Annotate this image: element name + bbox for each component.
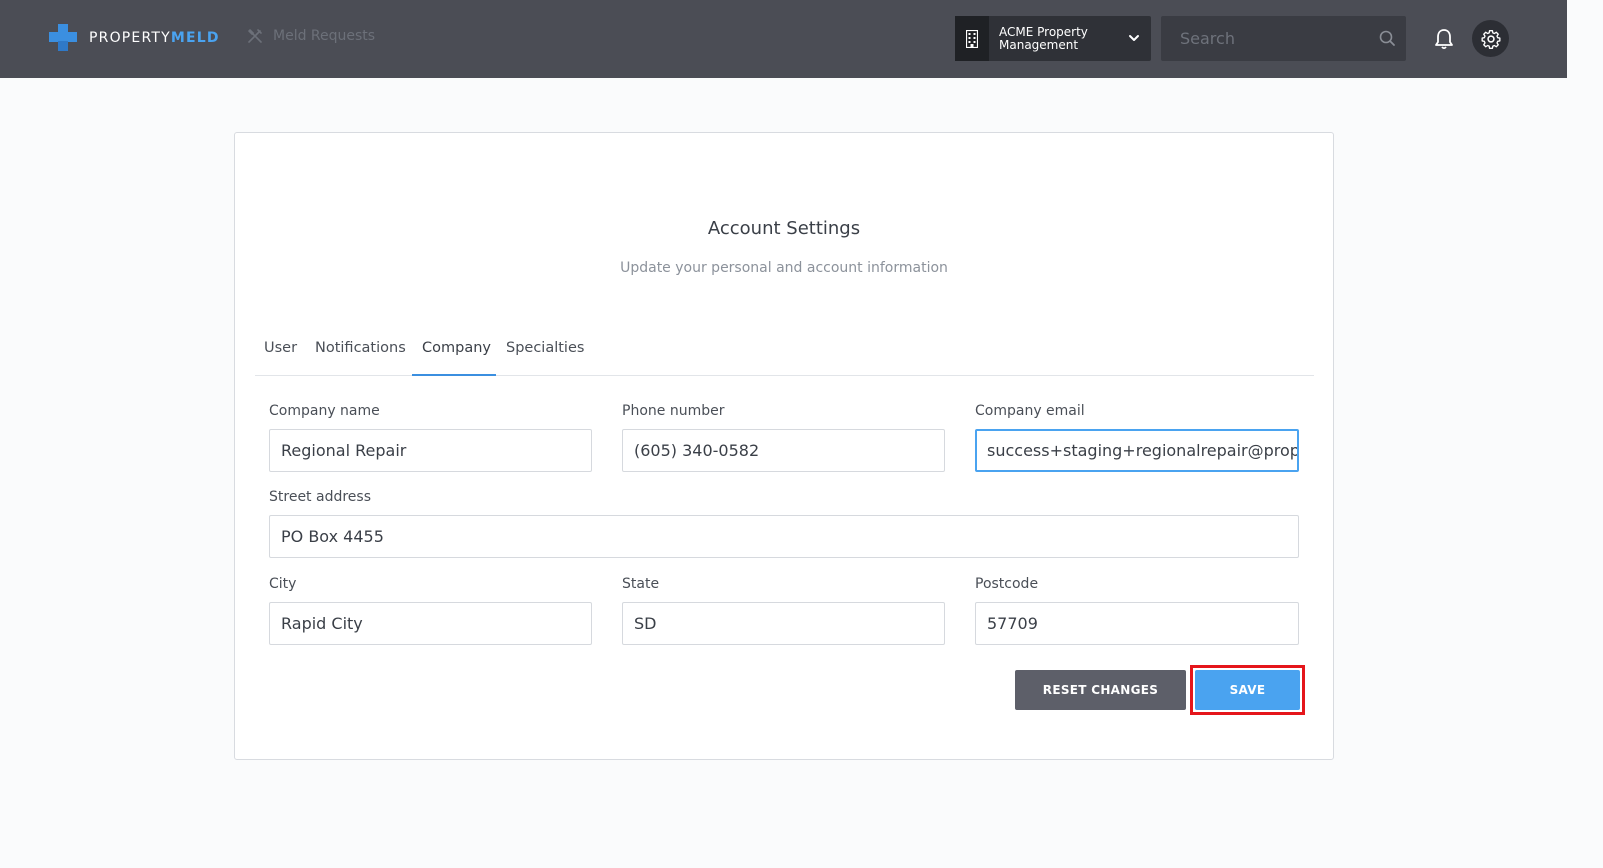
nav-meld-requests-label: Meld Requests: [273, 28, 376, 44]
search-input[interactable]: [1161, 16, 1406, 61]
nav-meld-requests[interactable]: Meld Requests: [247, 28, 375, 44]
phone-number-label: Phone number: [622, 403, 725, 419]
search-icon[interactable]: [1379, 30, 1396, 47]
reset-changes-button[interactable]: RESET CHANGES: [1015, 670, 1186, 710]
street-address-label: Street address: [269, 489, 371, 505]
tab-user[interactable]: User: [264, 340, 297, 356]
settings-button[interactable]: [1472, 20, 1509, 57]
postcode-label: Postcode: [975, 576, 1039, 592]
settings-tabs: User Notifications Company Specialties: [255, 330, 1314, 376]
page-title: Account Settings: [707, 218, 861, 239]
logo-mark-icon: [49, 24, 77, 52]
org-icon-box: [955, 16, 989, 61]
gear-icon: [1481, 29, 1500, 49]
state-label: State: [622, 576, 660, 592]
postcode-input[interactable]: [975, 602, 1299, 645]
organization-selector[interactable]: ACME Property Management: [955, 16, 1151, 61]
company-email-input[interactable]: [975, 429, 1299, 472]
building-icon: [966, 29, 978, 48]
brand-name: PROPERTYMELD: [89, 30, 220, 46]
tab-company[interactable]: Company: [422, 340, 491, 356]
save-button[interactable]: SAVE: [1195, 670, 1300, 710]
tab-notifications[interactable]: Notifications: [315, 340, 406, 356]
save-button-highlight: SAVE: [1190, 665, 1305, 715]
top-navigation-bar: PROPERTYMELD Meld Requests ACME Property…: [0, 0, 1567, 78]
organization-name: ACME Property Management: [999, 24, 1088, 52]
street-address-input[interactable]: [269, 515, 1299, 558]
state-input[interactable]: [622, 602, 945, 645]
company-name-label: Company name: [269, 403, 380, 419]
account-settings-card: Account Settings Update your personal an…: [234, 132, 1334, 760]
tab-specialties[interactable]: Specialties: [506, 340, 584, 356]
phone-number-input[interactable]: [622, 429, 945, 472]
chevron-down-icon: [1129, 35, 1139, 41]
city-label: City: [269, 576, 297, 592]
bell-icon[interactable]: [1433, 27, 1455, 51]
company-name-input[interactable]: [269, 429, 592, 472]
tools-icon: [248, 29, 262, 43]
brand-logo[interactable]: PROPERTYMELD: [49, 24, 220, 52]
page-subtitle: Update your personal and account informa…: [620, 260, 948, 276]
city-input[interactable]: [269, 602, 592, 645]
active-tab-indicator: [412, 374, 496, 376]
company-email-label: Company email: [975, 403, 1085, 419]
